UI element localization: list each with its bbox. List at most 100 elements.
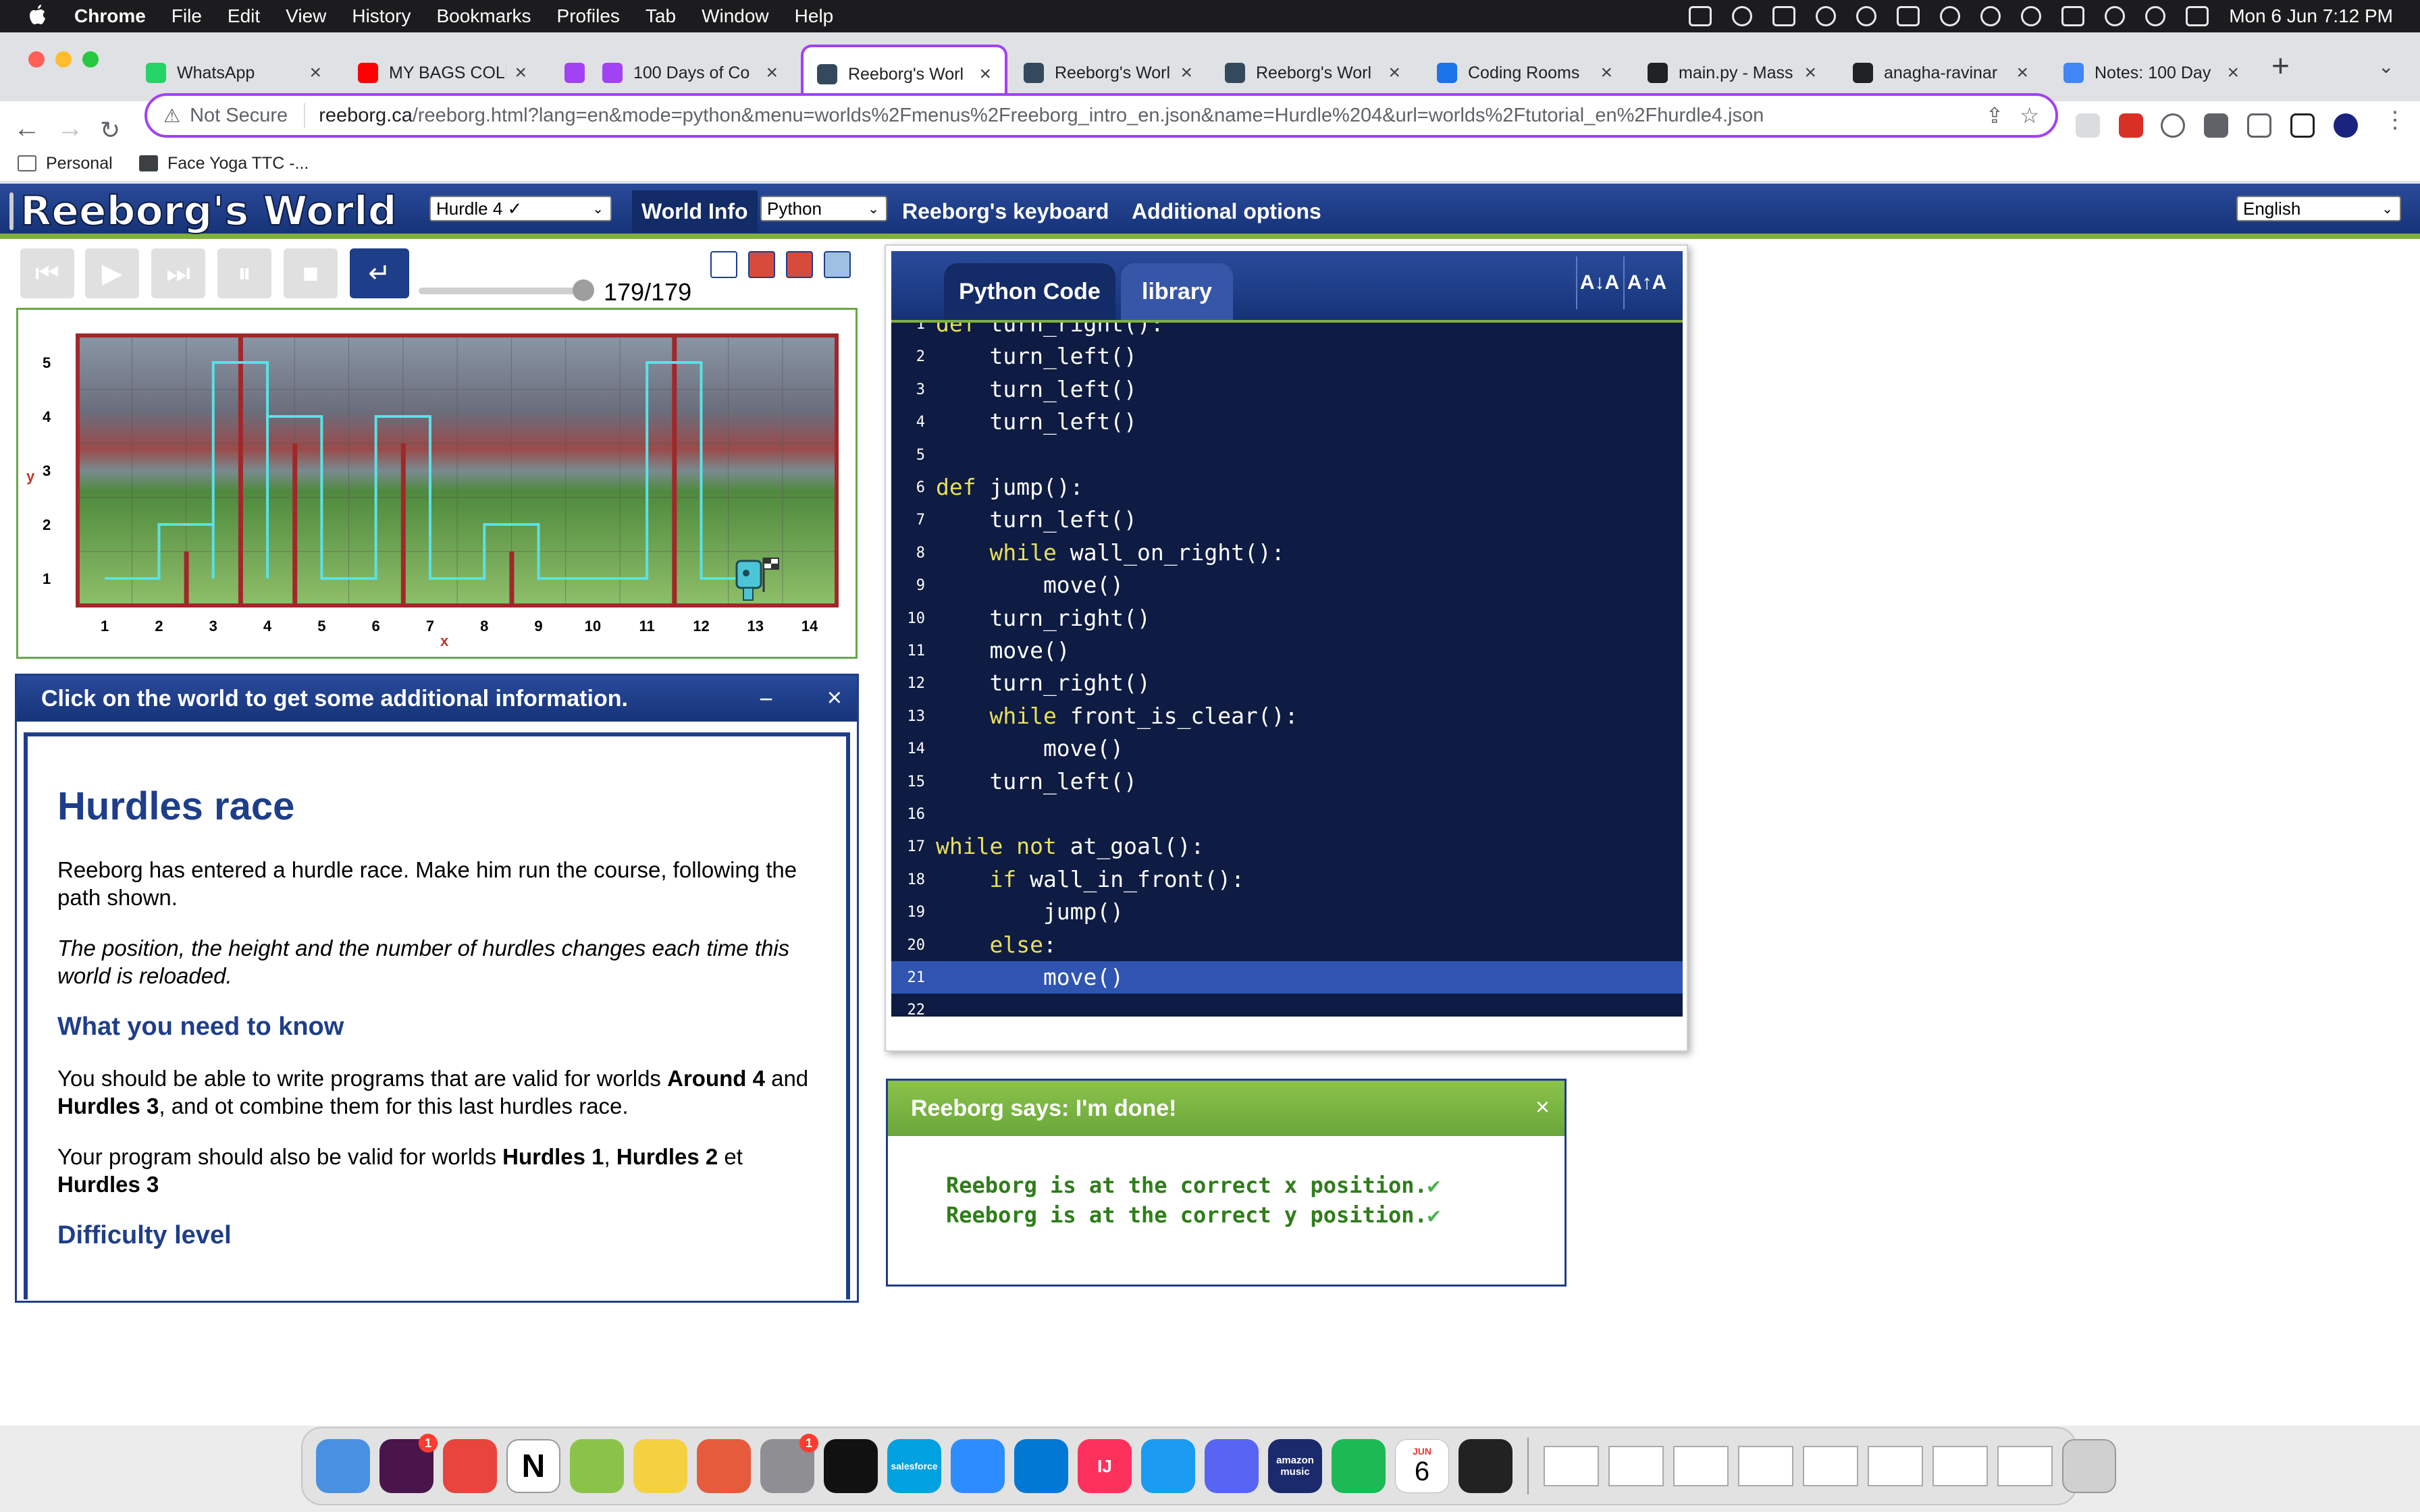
additional-options-button[interactable]: Additional options (1122, 190, 1331, 232)
calendar-icon[interactable]: JUN 6 (1395, 1439, 1449, 1493)
step-button[interactable]: ⏭ (151, 248, 205, 298)
control-center-icon[interactable] (2186, 6, 2209, 26)
reload-button[interactable]: ↻ (100, 116, 120, 144)
minimized-window-thumbnail[interactable] (1608, 1446, 1664, 1486)
trash-icon[interactable] (2062, 1439, 2116, 1493)
keynote-icon[interactable] (1141, 1439, 1195, 1493)
media-control-icon[interactable] (2247, 113, 2271, 138)
code-line[interactable]: 13 while front_is_clear(): (891, 700, 1683, 732)
spotify-icon[interactable] (1332, 1439, 1386, 1493)
tab-python-code[interactable]: Python Code (944, 263, 1115, 320)
code-line[interactable]: 7 turn_left() (891, 504, 1683, 536)
activity-monitor-icon[interactable] (1458, 1439, 1512, 1493)
finder-icon[interactable] (316, 1439, 370, 1493)
code-line[interactable]: 1 def turn_right(): (891, 323, 1683, 340)
zoom-icon[interactable] (951, 1439, 1005, 1493)
menu-view[interactable]: View (286, 5, 326, 27)
info-panel-header[interactable]: Click on the world to get some additiona… (17, 676, 857, 722)
tab-close-icon[interactable]: × (1388, 61, 1400, 84)
browser-tab[interactable]: Notes: 100 Day × (2050, 45, 2253, 101)
play-circle-icon[interactable] (1940, 6, 1961, 26)
side-panel-icon[interactable] (2290, 113, 2315, 138)
menu-window[interactable]: Window (702, 5, 769, 27)
speed-slider-handle[interactable] (573, 279, 594, 301)
puzzle-icon[interactable] (2204, 113, 2228, 138)
intellij-icon[interactable]: IJ (1078, 1439, 1132, 1493)
battery-icon[interactable] (2061, 6, 2085, 26)
edit-world-icon[interactable] (786, 251, 813, 278)
tab-close-icon[interactable]: × (979, 63, 991, 86)
code-line[interactable]: 5 (891, 439, 1683, 471)
status-app-icon[interactable] (1689, 6, 1712, 26)
bookmark-folder-personal[interactable]: Personal (18, 144, 113, 182)
world-grid[interactable]: 1 2 3 4 5 6 7 8 9 10 11 12 13 1454321 y x (18, 310, 856, 657)
extension-icon[interactable] (2076, 113, 2100, 138)
code-line[interactable]: 3 turn_left() (891, 373, 1683, 406)
menu-file[interactable]: File (172, 5, 202, 27)
speedify-icon[interactable] (697, 1439, 751, 1493)
menu-edit[interactable]: Edit (228, 5, 260, 27)
menu-profiles[interactable]: Profiles (557, 5, 620, 27)
code-line[interactable]: 18 if wall_in_front(): (891, 863, 1683, 896)
minimized-window-thumbnail[interactable] (1673, 1446, 1729, 1486)
code-area[interactable]: 1 def turn_right(): 2 turn_left() 3 turn_le… (891, 320, 1683, 1017)
reeborg-says-header[interactable]: Reeborg says: I'm done! (888, 1081, 1564, 1136)
world-select[interactable]: Hurdle 4 ✓ ⌄ (429, 196, 612, 221)
mute-icon[interactable] (1980, 6, 2001, 26)
youtube-extension-icon[interactable] (2119, 113, 2143, 138)
minimized-window-thumbnail[interactable] (1932, 1446, 1988, 1486)
world-info-button[interactable]: World Info (632, 190, 758, 232)
tab-close-icon[interactable]: × (1180, 61, 1192, 84)
language-select[interactable]: Python ⌄ (760, 196, 887, 221)
tab-close-icon[interactable]: × (515, 61, 527, 84)
tab-library[interactable]: library (1121, 263, 1233, 320)
warning-icon[interactable]: ⚠ (163, 105, 180, 127)
share-icon[interactable]: ⇪ (1986, 103, 2004, 128)
profile-avatar[interactable] (2334, 113, 2358, 138)
code-line[interactable]: 6 def jump(): (891, 471, 1683, 504)
chrome-icon[interactable] (443, 1439, 497, 1493)
minimize-window-icon[interactable] (55, 51, 72, 68)
code-line[interactable]: 14 move() (891, 732, 1683, 765)
search-icon[interactable] (2145, 6, 2166, 26)
tab-close-icon[interactable]: × (2016, 61, 2028, 84)
reload-world-button[interactable]: ⏮ (20, 248, 74, 298)
notes-icon[interactable] (633, 1439, 687, 1493)
creative-cloud-icon[interactable] (1816, 6, 1837, 26)
pause-button[interactable]: ⏸ (217, 248, 271, 298)
minimized-window-thumbnail[interactable] (1997, 1446, 2053, 1486)
tab-close-icon[interactable]: × (1600, 61, 1612, 84)
minimized-window-thumbnail[interactable] (1544, 1446, 1599, 1486)
minimized-window-thumbnail[interactable] (1868, 1446, 1923, 1486)
code-line[interactable]: 17 while not at_goal(): (891, 830, 1683, 863)
code-line[interactable]: 8 while wall_on_right(): (891, 537, 1683, 569)
code-line[interactable]: 12 turn_right() (891, 667, 1683, 699)
decrease-font-button[interactable]: A↓A (1576, 256, 1622, 309)
amazon-music-icon[interactable]: amazon music (1268, 1439, 1322, 1493)
minimize-icon[interactable]: − (759, 685, 773, 713)
code-line[interactable]: 15 turn_left() (891, 765, 1683, 798)
code-line[interactable]: 21 move() (891, 961, 1683, 994)
bookmark-star-icon[interactable]: ☆ (2020, 103, 2039, 128)
notion-icon[interactable]: N (506, 1439, 560, 1493)
apple-icon[interactable] (27, 5, 47, 28)
code-line[interactable]: 22 (891, 994, 1683, 1017)
reverse-step-button[interactable]: ↵ (350, 248, 409, 298)
system-preferences-icon[interactable]: 1 (760, 1434, 818, 1493)
salesforce-icon[interactable]: salesforce (887, 1439, 941, 1493)
stop-button[interactable]: ■ (284, 248, 338, 298)
ui-language-select[interactable]: English ⌄ (2236, 196, 2401, 221)
world-image-icon[interactable] (824, 251, 851, 278)
key-icon[interactable] (1856, 6, 1877, 26)
keychain-icon[interactable] (570, 1439, 624, 1493)
world-canvas[interactable]: 1 2 3 4 5 6 7 8 9 10 11 12 13 14 5 4 3 2 1 y x (16, 308, 858, 659)
tab-close-icon[interactable]: × (766, 61, 778, 84)
tab-close-icon[interactable]: × (2227, 61, 2239, 84)
code-line[interactable]: 4 turn_left() (891, 406, 1683, 438)
code-line[interactable]: 16 (891, 798, 1683, 830)
code-line[interactable]: 9 move() (891, 569, 1683, 601)
speed-slider-track[interactable] (419, 288, 591, 294)
chrome-menu-icon[interactable]: ⋮ (2384, 107, 2406, 134)
discord-icon[interactable] (1205, 1439, 1259, 1493)
menu-history[interactable]: History (352, 5, 411, 27)
